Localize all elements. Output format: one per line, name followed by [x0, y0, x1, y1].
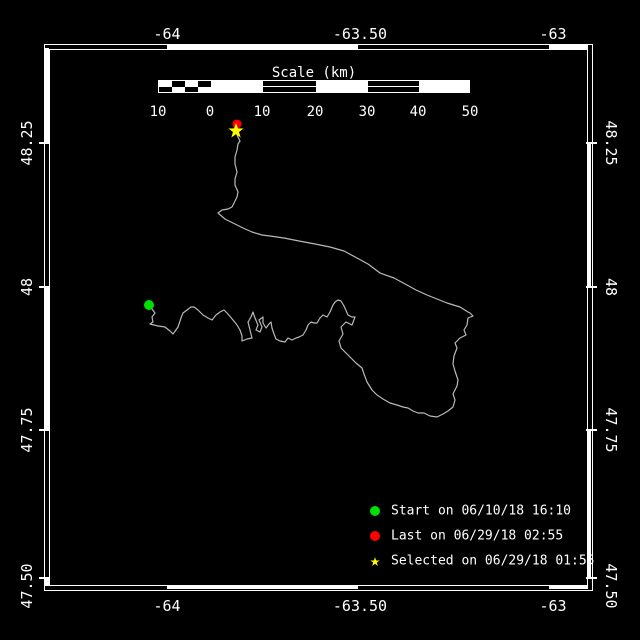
- legend-selected-label: Selected on 06/29/18 01:55: [391, 553, 595, 569]
- legend-start-label: Start on 06/10/18 16:10: [391, 503, 572, 519]
- legend-selected-icon: ★: [369, 551, 381, 571]
- track-path[interactable]: [147, 131, 474, 418]
- legend-last-label: Last on 06/29/18 02:55: [391, 528, 564, 544]
- track-plot-window: -64 -63.50 -63 -64 -63.50 -63 48.25 48 4…: [0, 0, 640, 640]
- legend-start-icon: [370, 506, 380, 516]
- start-marker[interactable]: [144, 300, 154, 310]
- track-svg[interactable]: [0, 0, 640, 640]
- legend-last-icon: [370, 531, 380, 541]
